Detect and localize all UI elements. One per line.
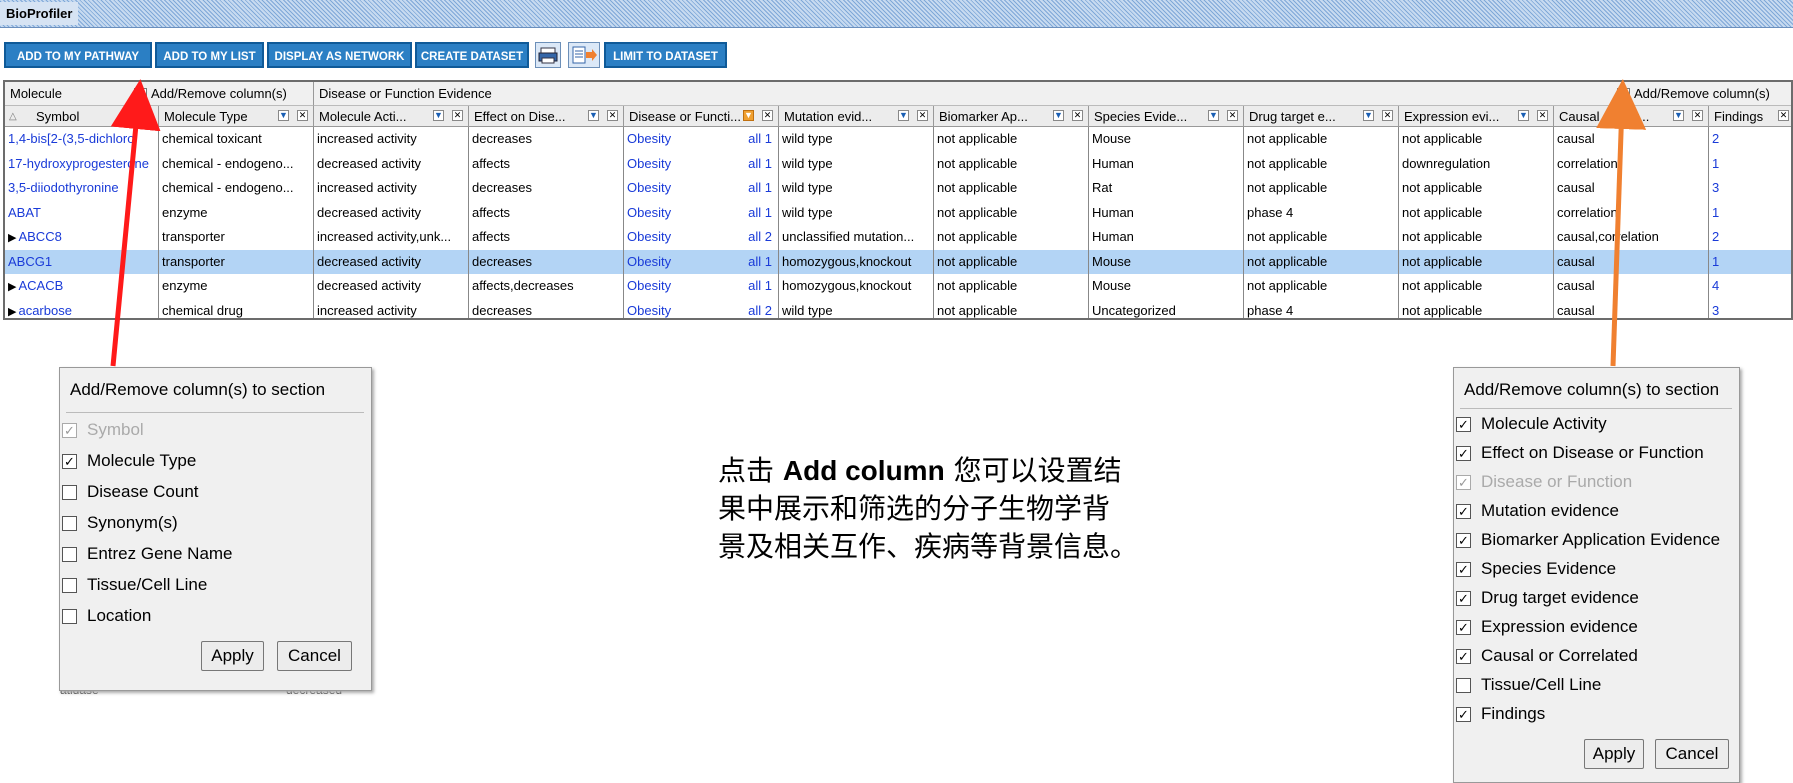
- arrow-to-disease-add-column: [1596, 79, 1647, 367]
- callout-arrows: [110, 79, 1647, 367]
- arrow-to-molecule-add-column: [110, 79, 161, 367]
